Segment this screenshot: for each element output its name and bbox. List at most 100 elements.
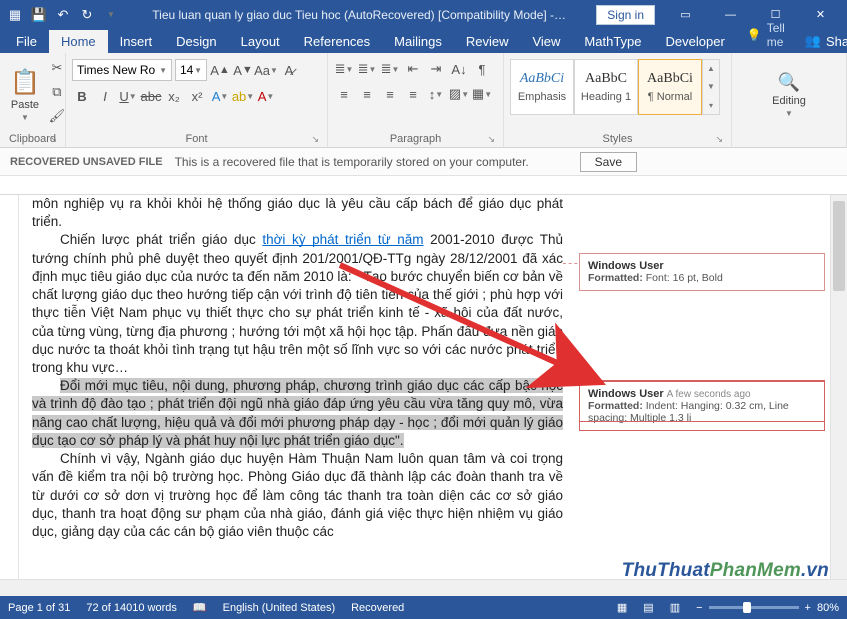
increase-indent-icon[interactable]: ⇥ xyxy=(426,59,446,79)
styles-expand-icon[interactable]: ▾ xyxy=(709,101,713,110)
paste-icon: 📋 xyxy=(10,68,40,97)
tab-developer[interactable]: Developer xyxy=(654,30,737,53)
styles-scroll-up-icon[interactable]: ▲ xyxy=(707,64,715,73)
show-marks-icon[interactable]: ¶ xyxy=(472,59,492,79)
sign-in-button[interactable]: Sign in xyxy=(596,5,655,25)
recovered-save-button[interactable]: Save xyxy=(580,152,637,172)
status-page[interactable]: Page 1 of 31 xyxy=(8,602,70,614)
tab-file[interactable]: File xyxy=(4,30,49,53)
bold-icon[interactable]: B xyxy=(72,86,92,106)
close-icon[interactable]: ✕ xyxy=(798,0,843,29)
highlight-icon[interactable]: ab▼ xyxy=(233,86,253,106)
ribbon-display-options-icon[interactable]: ▭ xyxy=(663,0,708,29)
paste-button[interactable]: 📋 Paste ▼ xyxy=(6,56,44,133)
cut-icon[interactable]: ✂ xyxy=(47,58,67,78)
font-color-icon[interactable]: A▼ xyxy=(256,86,276,106)
share-icon: 👥 xyxy=(805,33,821,49)
qat-customize-icon[interactable]: ▼ xyxy=(100,4,122,26)
scrollbar-thumb[interactable] xyxy=(833,201,845,291)
view-read-icon[interactable]: ▦ xyxy=(617,601,627,614)
bullets-icon[interactable]: ≣▼ xyxy=(334,59,354,79)
vertical-ruler[interactable] xyxy=(0,195,19,579)
comment-formatted-1[interactable]: Windows User Formatted: Font: 16 pt, Bol… xyxy=(579,253,825,291)
editing-button[interactable]: 🔍 Editing ▼ xyxy=(768,70,810,120)
paragraph-launcher-icon[interactable]: ↘ xyxy=(487,134,495,145)
view-print-icon[interactable]: ▤ xyxy=(643,601,653,614)
clear-formatting-icon[interactable]: A̷ xyxy=(279,60,299,80)
status-bar: Page 1 of 31 72 of 14010 words 📖 English… xyxy=(0,596,847,619)
numbering-icon[interactable]: ≣▼ xyxy=(357,59,377,79)
style-emphasis[interactable]: AaBbCiEmphasis xyxy=(510,59,574,115)
horizontal-ruler[interactable] xyxy=(0,176,847,195)
view-web-icon[interactable]: ▥ xyxy=(670,601,680,614)
document-page[interactable]: môn nghiệp vụ ra khỏi khỏi hệ thống giáo… xyxy=(19,195,569,579)
zoom-level[interactable]: 80% xyxy=(817,602,839,614)
clipboard-launcher-icon[interactable]: ↘ xyxy=(49,134,57,145)
superscript-icon[interactable]: x² xyxy=(187,86,207,106)
tab-view[interactable]: View xyxy=(520,30,572,53)
subscript-icon[interactable]: x₂ xyxy=(164,86,184,106)
word-app-icon[interactable]: ▦ xyxy=(4,4,26,26)
horizontal-scrollbar[interactable] xyxy=(0,579,847,596)
line-spacing-icon[interactable]: ↕▼ xyxy=(426,84,446,104)
align-center-icon[interactable]: ≡ xyxy=(357,84,377,104)
group-clipboard: 📋 Paste ▼ ✂ ⧉ 🖌 Clipboard↘ xyxy=(0,53,66,147)
sort-icon[interactable]: A↓ xyxy=(449,59,469,79)
ribbon: 📋 Paste ▼ ✂ ⧉ 🖌 Clipboard↘ Times New Ro▼… xyxy=(0,53,847,148)
zoom-slider-thumb[interactable] xyxy=(743,602,751,613)
strikethrough-icon[interactable]: abc xyxy=(141,86,161,106)
status-recovered[interactable]: Recovered xyxy=(351,602,404,614)
tab-design[interactable]: Design xyxy=(164,30,228,53)
borders-icon[interactable]: ▦▼ xyxy=(472,84,492,104)
align-left-icon[interactable]: ≡ xyxy=(334,84,354,104)
share-button[interactable]: 👥Share xyxy=(795,29,847,53)
zoom-in-button[interactable]: + xyxy=(805,602,811,614)
justify-icon[interactable]: ≡ xyxy=(403,84,423,104)
vertical-scrollbar[interactable] xyxy=(830,195,847,579)
text-effects-icon[interactable]: A▼ xyxy=(210,86,230,106)
status-words[interactable]: 72 of 14010 words xyxy=(86,602,177,614)
bulb-icon: 💡 xyxy=(747,28,762,42)
comment-separator xyxy=(579,421,825,422)
document-area: môn nghiệp vụ ra khỏi khỏi hệ thống giáo… xyxy=(0,195,847,579)
style-normal[interactable]: AaBbCi¶ Normal xyxy=(638,59,702,115)
group-editing: 🔍 Editing ▼ xyxy=(732,53,847,147)
change-case-icon[interactable]: Aa▼ xyxy=(256,60,276,80)
group-paragraph: ≣▼ ≣▼ ≣▼ ⇤ ⇥ A↓ ¶ ≡ ≡ ≡ ≡ ↕▼ ▨▼ ▦▼ Parag… xyxy=(328,53,504,147)
shrink-font-icon[interactable]: A▼ xyxy=(233,60,253,80)
grow-font-icon[interactable]: A▲ xyxy=(210,60,230,80)
tab-insert[interactable]: Insert xyxy=(108,30,165,53)
font-size-combo[interactable]: 14▼ xyxy=(175,59,207,81)
status-language[interactable]: English (United States) xyxy=(223,602,336,614)
recovered-label: RECOVERED UNSAVED FILE xyxy=(10,156,163,168)
copy-icon[interactable]: ⧉ xyxy=(47,82,67,102)
undo-icon[interactable]: ↶ xyxy=(52,4,74,26)
save-icon[interactable]: 💾 xyxy=(28,4,50,26)
spelling-error-hyperlink[interactable]: thời kỳ phát triển từ năm xyxy=(262,232,423,247)
multilevel-list-icon[interactable]: ≣▼ xyxy=(380,59,400,79)
style-heading1[interactable]: AaBbCHeading 1 xyxy=(574,59,638,115)
status-proofing-icon[interactable]: 📖 xyxy=(193,601,207,614)
shading-icon[interactable]: ▨▼ xyxy=(449,84,469,104)
tab-references[interactable]: References xyxy=(292,30,382,53)
zoom-out-button[interactable]: − xyxy=(696,602,702,614)
font-name-combo[interactable]: Times New Ro▼ xyxy=(72,59,172,81)
zoom-slider[interactable] xyxy=(709,606,799,609)
font-launcher-icon[interactable]: ↘ xyxy=(311,134,319,145)
format-painter-icon[interactable]: 🖌 xyxy=(47,106,67,126)
tab-mathtype[interactable]: MathType xyxy=(572,30,653,53)
decrease-indent-icon[interactable]: ⇤ xyxy=(403,59,423,79)
italic-icon[interactable]: I xyxy=(95,86,115,106)
tab-layout[interactable]: Layout xyxy=(229,30,292,53)
redo-icon[interactable]: ↻ xyxy=(76,4,98,26)
tell-me-search[interactable]: 💡Tell me xyxy=(737,17,795,53)
tab-review[interactable]: Review xyxy=(454,30,521,53)
comment-formatted-2[interactable]: Windows User A few seconds ago Formatted… xyxy=(579,381,825,431)
styles-launcher-icon[interactable]: ↘ xyxy=(715,134,723,145)
tab-home[interactable]: Home xyxy=(49,30,108,53)
tab-mailings[interactable]: Mailings xyxy=(382,30,454,53)
styles-scroll-down-icon[interactable]: ▼ xyxy=(707,82,715,91)
underline-icon[interactable]: U▼ xyxy=(118,86,138,106)
align-right-icon[interactable]: ≡ xyxy=(380,84,400,104)
markup-pane: Windows User Formatted: Font: 16 pt, Bol… xyxy=(569,195,847,579)
